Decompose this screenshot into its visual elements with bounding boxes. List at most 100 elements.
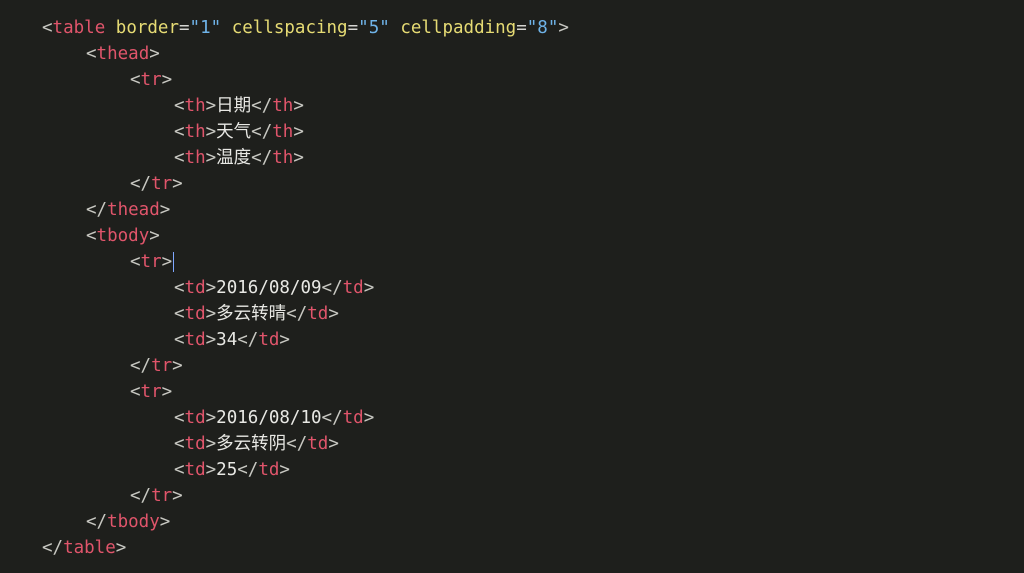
code-line[interactable]: <th>日期</th> xyxy=(174,93,304,119)
code-tag-name: td xyxy=(184,408,206,428)
code-line[interactable]: <td>25</td> xyxy=(174,457,290,483)
code-bracket: </ xyxy=(251,96,273,116)
code-bracket: > xyxy=(205,148,217,168)
code-bracket: </ xyxy=(86,200,108,220)
code-line[interactable]: <tr> xyxy=(130,67,172,93)
code-bracket: < xyxy=(174,408,185,428)
code-line[interactable]: <th>温度</th> xyxy=(174,145,304,171)
code-bracket: </ xyxy=(251,148,273,168)
code-bracket: > xyxy=(293,122,304,142)
code-text-content: 2016/08/10 xyxy=(216,408,322,428)
code-tag-name: tbody xyxy=(96,226,150,246)
code-bracket: < xyxy=(130,382,141,402)
code-bracket: > xyxy=(293,96,304,116)
code-bracket: > xyxy=(161,70,173,90)
code-tag-name: td xyxy=(258,460,280,480)
code-bracket: > xyxy=(279,330,290,350)
code-line[interactable]: <td>多云转晴</td> xyxy=(174,301,339,327)
code-line[interactable]: <tr> xyxy=(130,379,172,405)
code-bracket: < xyxy=(174,460,185,480)
code-bracket: </ xyxy=(130,356,152,376)
code-text-content: 天气 xyxy=(216,122,252,142)
code-attribute-name: cellpadding xyxy=(400,18,517,38)
code-bracket: > xyxy=(161,252,173,272)
code-bracket: > xyxy=(115,538,127,558)
code-bracket: </ xyxy=(251,122,273,142)
code-bracket: > xyxy=(363,408,375,428)
code-bracket: < xyxy=(42,18,53,38)
code-tag-name: tr xyxy=(151,174,173,194)
code-line[interactable]: </tr> xyxy=(130,353,183,379)
code-editor[interactable]: <table border="1" cellspacing="5" cellpa… xyxy=(0,0,1024,573)
code-bracket: > xyxy=(205,304,217,324)
code-attribute-name: cellspacing xyxy=(231,18,348,38)
code-tag-name: th xyxy=(184,122,206,142)
code-bracket: > xyxy=(328,304,339,324)
code-tag-name: td xyxy=(184,304,206,324)
code-tag-name: tr xyxy=(151,486,173,506)
code-tag-name: thead xyxy=(96,44,150,64)
code-tag-name: th xyxy=(272,148,294,168)
code-equals: = xyxy=(179,18,190,38)
code-bracket: < xyxy=(174,330,185,350)
code-line[interactable]: <td>2016/08/09</td> xyxy=(174,275,374,301)
code-bracket: </ xyxy=(130,486,152,506)
code-tag-name: td xyxy=(307,434,329,454)
code-line[interactable]: </thead> xyxy=(86,197,170,223)
code-bracket: </ xyxy=(321,408,343,428)
code-tag-name: tr xyxy=(140,70,162,90)
code-tag-name: td xyxy=(342,278,364,298)
code-line[interactable]: <td>多云转阴</td> xyxy=(174,431,339,457)
code-bracket: > xyxy=(205,96,217,116)
code-bracket: > xyxy=(205,278,217,298)
code-line[interactable]: <th>天气</th> xyxy=(174,119,304,145)
code-bracket: > xyxy=(363,278,375,298)
code-bracket: < xyxy=(174,434,185,454)
code-line[interactable]: </tbody> xyxy=(86,509,170,535)
code-bracket: < xyxy=(86,44,97,64)
code-bracket: < xyxy=(174,304,185,324)
code-tag-name: td xyxy=(307,304,329,324)
code-bracket: > xyxy=(161,382,173,402)
code-bracket: > xyxy=(149,226,160,246)
code-bracket: > xyxy=(172,356,183,376)
code-bracket: > xyxy=(172,486,183,506)
code-line[interactable]: <tr> xyxy=(130,249,175,275)
code-line[interactable]: <tbody> xyxy=(86,223,160,249)
code-tag-name: th xyxy=(184,96,206,116)
code-bracket: < xyxy=(86,226,97,246)
code-bracket: > xyxy=(159,200,171,220)
code-bracket: < xyxy=(174,278,185,298)
code-line[interactable]: </tr> xyxy=(130,171,183,197)
code-tag-name: table xyxy=(63,538,116,558)
code-bracket: > xyxy=(205,330,217,350)
code-attribute-value: "1" xyxy=(189,18,222,38)
code-line[interactable]: <table border="1" cellspacing="5" cellpa… xyxy=(42,15,569,41)
code-bracket: </ xyxy=(86,512,108,532)
code-line[interactable]: <td>34</td> xyxy=(174,327,290,353)
code-bracket: </ xyxy=(237,460,259,480)
code-attribute-value: "5" xyxy=(358,18,390,38)
code-bracket: < xyxy=(130,252,141,272)
code-text-content: 温度 xyxy=(216,148,252,168)
code-text-content: 34 xyxy=(216,330,238,350)
code-text-content: 25 xyxy=(216,460,238,480)
code-line[interactable]: <td>2016/08/10</td> xyxy=(174,405,374,431)
code-attribute-name: border xyxy=(115,18,179,38)
code-tag-name: td xyxy=(258,330,280,350)
code-text-content: 日期 xyxy=(216,96,252,116)
code-bracket: </ xyxy=(286,304,308,324)
code-line[interactable]: </table> xyxy=(42,535,126,561)
code-tag-name: td xyxy=(184,434,206,454)
code-line[interactable]: <thead> xyxy=(86,41,160,67)
code-attribute-value: "8" xyxy=(526,18,559,38)
code-bracket: > xyxy=(205,408,217,428)
code-tag-name: th xyxy=(272,122,294,142)
code-tag-name: tr xyxy=(140,382,162,402)
code-bracket: < xyxy=(130,70,141,90)
code-tag-name: tr xyxy=(151,356,173,376)
code-line[interactable]: </tr> xyxy=(130,483,183,509)
text-cursor xyxy=(173,252,175,272)
